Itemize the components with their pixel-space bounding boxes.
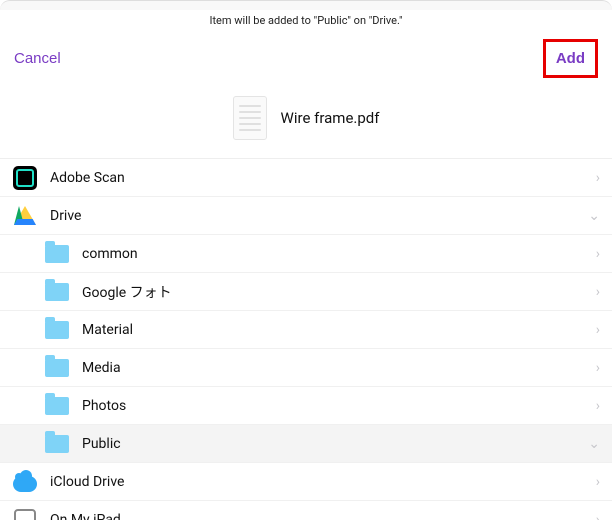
- google-drive-icon: [14, 206, 36, 225]
- chevron-down-icon: ⌄: [588, 436, 600, 452]
- add-button-highlight: Add: [543, 39, 598, 78]
- location-row-on-my-ipad[interactable]: On My iPad›: [0, 501, 612, 520]
- row-icon: [12, 203, 38, 229]
- location-row-google-photo[interactable]: Google フォト›: [0, 273, 612, 311]
- folder-icon: [45, 283, 69, 301]
- row-label: Adobe Scan: [50, 170, 596, 186]
- row-label: Drive: [50, 208, 588, 224]
- location-row-material[interactable]: Material›: [0, 311, 612, 349]
- folder-icon: [45, 321, 69, 339]
- chevron-right-icon: ›: [596, 512, 600, 520]
- row-label: common: [82, 246, 596, 262]
- file-name-label: Wire frame.pdf: [281, 109, 380, 127]
- adobe-scan-icon: [13, 166, 37, 190]
- header-bar: Cancel Add: [0, 27, 612, 88]
- chevron-right-icon: ›: [596, 170, 600, 186]
- location-list[interactable]: Adobe Scan›Drive⌄common›Google フォト›Mater…: [0, 158, 612, 520]
- row-icon: [44, 241, 70, 267]
- chevron-right-icon: ›: [596, 474, 600, 490]
- chevron-right-icon: ›: [596, 360, 600, 376]
- row-icon: [12, 469, 38, 495]
- chevron-right-icon: ›: [596, 284, 600, 300]
- file-thumbnail-icon: [233, 96, 267, 140]
- chevron-right-icon: ›: [596, 398, 600, 414]
- cancel-button[interactable]: Cancel: [14, 50, 61, 67]
- folder-icon: [45, 245, 69, 263]
- location-row-photos[interactable]: Photos›: [0, 387, 612, 425]
- destination-subtitle: Item will be added to "Public" on "Drive…: [0, 10, 612, 27]
- row-label: Google フォト: [82, 282, 596, 302]
- icloud-icon: [13, 476, 37, 492]
- location-row-public[interactable]: Public⌄: [0, 425, 612, 463]
- row-icon: [44, 279, 70, 305]
- row-icon: [44, 355, 70, 381]
- row-icon: [12, 165, 38, 191]
- folder-icon: [45, 359, 69, 377]
- location-row-drive[interactable]: Drive⌄: [0, 197, 612, 235]
- chevron-down-icon: ⌄: [588, 208, 600, 224]
- location-row-common[interactable]: common›: [0, 235, 612, 273]
- row-label: Public: [82, 436, 588, 452]
- row-label: On My iPad: [50, 512, 596, 520]
- row-icon: [44, 393, 70, 419]
- location-row-icloud[interactable]: iCloud Drive›: [0, 463, 612, 501]
- row-label: Photos: [82, 398, 596, 414]
- file-preview: Wire frame.pdf: [0, 88, 612, 158]
- row-icon: [44, 317, 70, 343]
- location-row-adobe-scan[interactable]: Adobe Scan›: [0, 159, 612, 197]
- row-label: iCloud Drive: [50, 474, 596, 490]
- row-label: Material: [82, 322, 596, 338]
- folder-icon: [45, 397, 69, 415]
- row-label: Media: [82, 360, 596, 376]
- row-icon: [12, 507, 38, 520]
- ipad-icon: [14, 509, 36, 520]
- chevron-right-icon: ›: [596, 322, 600, 338]
- sheet-grabber: [0, 0, 612, 10]
- chevron-right-icon: ›: [596, 246, 600, 262]
- folder-icon: [45, 435, 69, 453]
- row-icon: [44, 431, 70, 457]
- add-button[interactable]: Add: [550, 46, 591, 71]
- location-row-media[interactable]: Media›: [0, 349, 612, 387]
